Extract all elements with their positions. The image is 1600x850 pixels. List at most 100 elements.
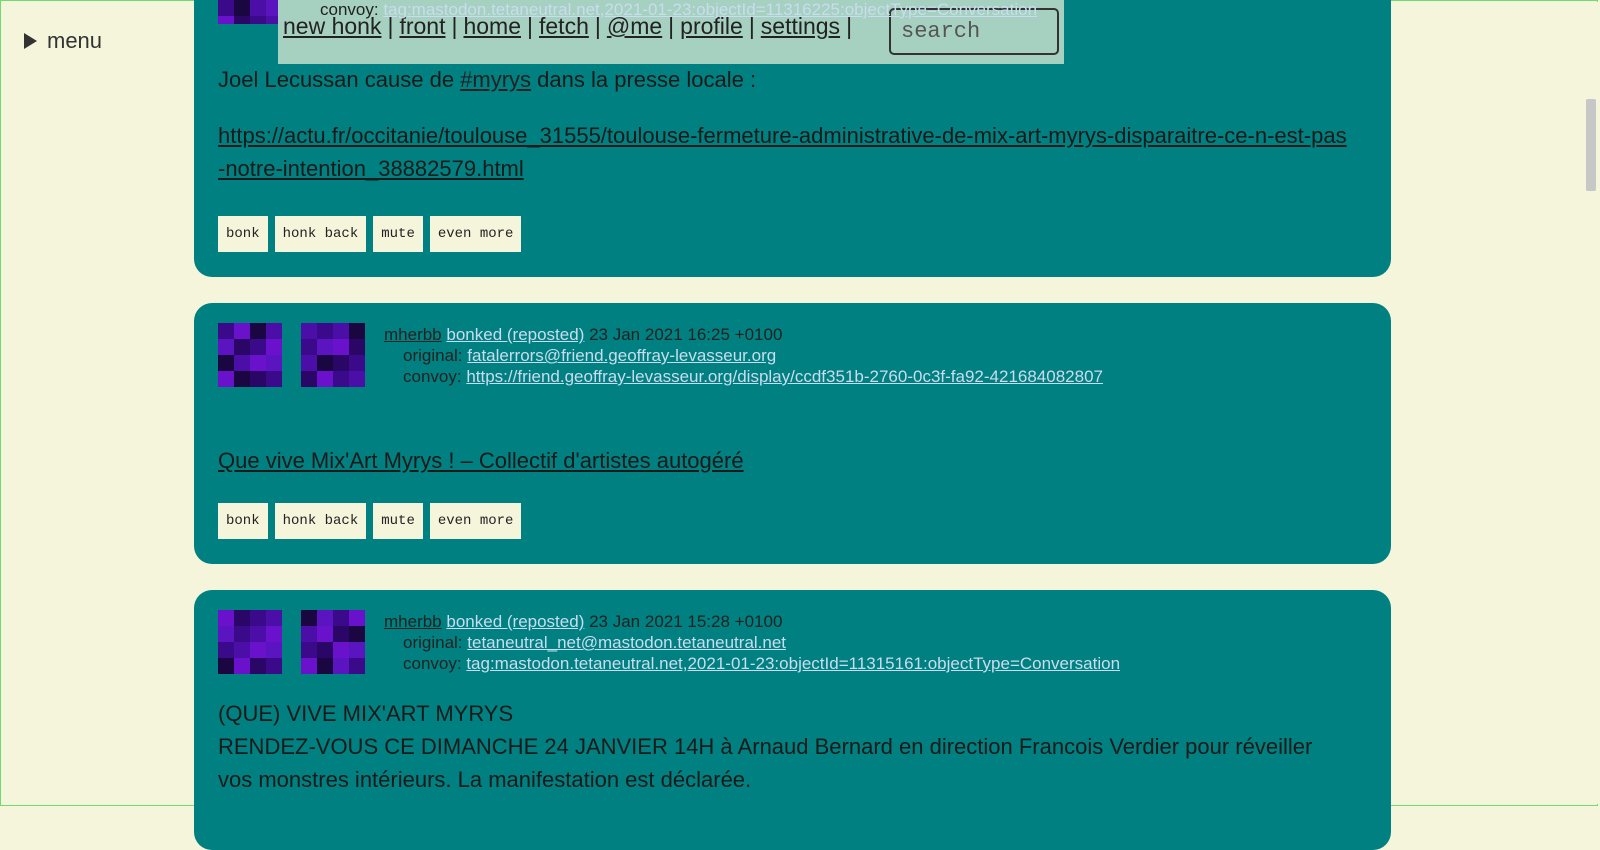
avatar-pixel (250, 323, 266, 339)
avatar-pixel (250, 658, 266, 674)
avatar-pixel (250, 610, 266, 626)
avatar-pixel (218, 323, 234, 339)
convoy-link[interactable]: https://friend.geoffray-levasseur.org/di… (466, 367, 1103, 386)
avatar-pixel (218, 371, 234, 387)
menu-toggle[interactable]: menu (24, 28, 102, 54)
avatar-pixel (301, 355, 317, 371)
avatar-pixel (301, 371, 317, 387)
avatar-pixel (301, 339, 317, 355)
avatar-pixel (250, 16, 266, 24)
avatar-pixel (250, 626, 266, 642)
avatar-pixel (349, 355, 365, 371)
avatar-pixel (234, 371, 250, 387)
avatar-pixel (250, 642, 266, 658)
convoy-link[interactable]: tag:mastodon.tetaneutral.net,2021-01-23:… (466, 654, 1120, 673)
avatar-pixel (333, 642, 349, 658)
avatar-pixel (266, 642, 282, 658)
avatar-pixel (317, 642, 333, 658)
bonk-button[interactable]: bonk (218, 216, 268, 252)
original-label: original: (403, 346, 463, 365)
bonked-link[interactable]: bonked (reposted) (446, 325, 584, 344)
bonk-button[interactable]: bonk (218, 503, 268, 539)
avatar-pixel (218, 642, 234, 658)
avatar-pixel (317, 371, 333, 387)
avatar-pixel (266, 371, 282, 387)
avatar[interactable] (218, 610, 282, 674)
post-date: 23 Jan 2021 16:25 +0100 (589, 325, 783, 344)
convoy-label: convoy: (403, 654, 462, 673)
avatar-pixel (234, 0, 250, 16)
even-more-button[interactable]: even more (429, 216, 522, 252)
avatar-pixel (218, 658, 234, 674)
avatar-pixel (234, 626, 250, 642)
user-link[interactable]: mherbb (384, 612, 442, 631)
original-link[interactable]: fatalerrors@friend.geoffray-levasseur.or… (467, 346, 776, 365)
avatar-pixel (234, 339, 250, 355)
avatar-pixel (218, 0, 234, 16)
avatar[interactable] (301, 323, 365, 387)
convoy-link[interactable]: tag:mastodon.tetaneutral.net,2021-01-23:… (383, 0, 1037, 19)
article-link[interactable]: https://actu.fr/occitanie/toulouse_31555… (218, 119, 1348, 185)
avatar-pixel (218, 355, 234, 371)
scrollbar[interactable] (1582, 2, 1598, 804)
avatar-pixel (250, 355, 266, 371)
avatar[interactable] (218, 323, 282, 387)
hashtag-link[interactable]: #myrys (460, 67, 531, 92)
text-suffix: dans la presse locale : (531, 67, 757, 92)
avatar-pixel (349, 658, 365, 674)
article-link[interactable]: Que vive Mix'Art Myrys ! – Collectif d'a… (218, 444, 744, 477)
avatar-pixel (234, 658, 250, 674)
avatar-pixel (349, 323, 365, 339)
user-link[interactable]: mherbb (384, 325, 442, 344)
scrollbar-thumb[interactable] (1586, 99, 1596, 191)
even-more-button[interactable]: even more (429, 503, 522, 539)
action-buttons: bonk honk back mute even more (218, 503, 522, 539)
avatar-pixel (234, 323, 250, 339)
avatar-pixel (218, 626, 234, 642)
post-header: mherbb bonked (reposted) 23 Jan 2021 16:… (384, 324, 1103, 387)
avatar[interactable] (301, 610, 365, 674)
avatar-pixel (317, 626, 333, 642)
avatar-pixel (218, 610, 234, 626)
original-link[interactable]: tetaneutral_net@mastodon.tetaneutral.net (467, 633, 786, 652)
avatar-pixel (333, 610, 349, 626)
avatar-pixel (349, 626, 365, 642)
avatar-pixel (266, 658, 282, 674)
avatar-pixel (301, 658, 317, 674)
avatar-pixel (333, 323, 349, 339)
avatar-pixel (266, 323, 282, 339)
bonked-link[interactable]: bonked (reposted) (446, 612, 584, 631)
avatar-pixel (250, 0, 266, 16)
avatar-pixel (333, 339, 349, 355)
avatar-pixel (317, 658, 333, 674)
avatar-pixel (234, 16, 250, 24)
avatar-pixel (349, 339, 365, 355)
honk-back-button[interactable]: honk back (274, 503, 367, 539)
post-date: 23 Jan 2021 15:28 +0100 (589, 612, 783, 631)
convoy-label: convoy: (403, 367, 462, 386)
avatar-pixel (266, 355, 282, 371)
avatar-pixel (333, 371, 349, 387)
avatar-pixel (333, 626, 349, 642)
post-text-line: (QUE) VIVE MIX'ART MYRYS (218, 701, 514, 726)
avatar-pixel (317, 339, 333, 355)
avatar-pixel (317, 610, 333, 626)
avatar-pixel (234, 610, 250, 626)
avatar-pixel (349, 371, 365, 387)
post-text: Joel Lecussan cause de #myrys dans la pr… (218, 63, 756, 96)
menu-label: menu (47, 28, 103, 53)
mute-button[interactable]: mute (373, 503, 423, 539)
avatar-pixel (234, 355, 250, 371)
avatar-pixel (218, 16, 234, 24)
honk-back-button[interactable]: honk back (274, 216, 367, 252)
mute-button[interactable]: mute (373, 216, 423, 252)
avatar-pixel (333, 658, 349, 674)
avatar-pixel (301, 610, 317, 626)
avatar-pixel (266, 626, 282, 642)
avatar[interactable] (218, 0, 282, 24)
honk-card: mherbb bonked (reposted) 23 Jan 2021 15:… (194, 590, 1391, 850)
post-header: mherbb bonked (reposted) 23 Jan 2021 15:… (384, 611, 1120, 674)
avatar-pixel (349, 642, 365, 658)
post-text-line: RENDEZ-VOUS CE DIMANCHE 24 JANVIER 14H à… (218, 734, 1313, 792)
text-prefix: Joel Lecussan cause de (218, 67, 461, 92)
